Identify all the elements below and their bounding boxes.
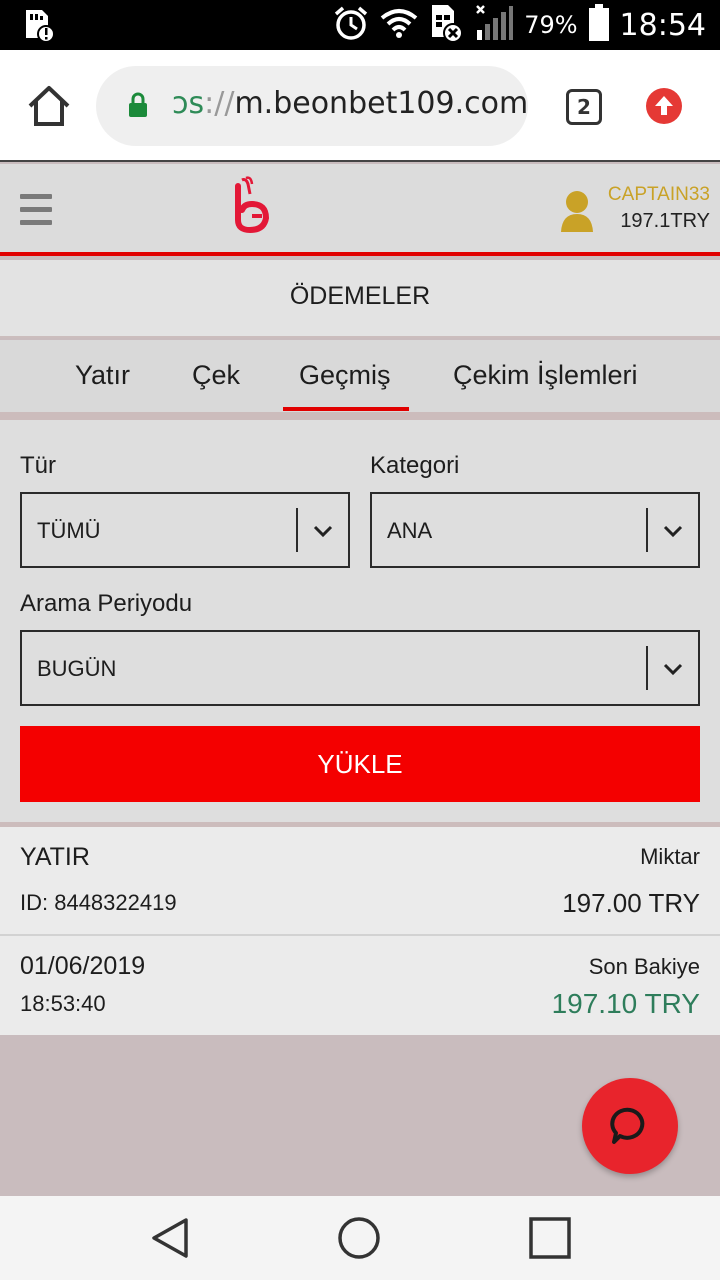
status-icons: 79% 18:54 [332,4,706,46]
transaction-type: YATIR [20,843,90,871]
hamburger-icon[interactable] [20,194,52,226]
url-scheme: ɔs [172,86,205,121]
active-tab-indicator [283,407,409,411]
url-host: m.beonbet109.com [234,86,528,121]
address-bar[interactable]: ɔs://m.beonbet109.com [96,66,528,146]
period-select[interactable]: BUGÜN [20,630,700,706]
select-separator [646,508,648,552]
user-avatar-icon[interactable] [560,190,594,234]
signal-icon [474,4,514,46]
clock: 18:54 [619,7,706,43]
transaction-balance: 197.10 TRY [551,988,700,1019]
select-separator [646,646,648,690]
url-separator: :// [204,86,235,121]
username[interactable]: CAPTAIN33 [608,184,710,206]
site-header: CAPTAIN33 197.1TRY [0,164,720,256]
chevron-down-icon [662,658,684,680]
chat-button[interactable] [582,1078,678,1174]
system-nav-bar [0,1196,720,1280]
wifi-icon [380,8,418,42]
transaction-amount: 197.00 TRY [562,888,700,918]
sim-off-icon [428,3,464,47]
load-button[interactable]: YÜKLE [20,726,700,802]
section-header: ÖDEMELER [0,260,720,338]
recents-icon[interactable] [528,1216,572,1260]
update-icon[interactable] [646,88,682,124]
category-label: Kategori [370,452,460,479]
tab-deposit[interactable]: Yatır [75,360,130,391]
chevron-down-icon [312,520,334,542]
period-select-value: BUGÜN [37,656,117,681]
type-select-value: TÜMÜ [37,518,101,543]
battery-percent: 79% [524,11,578,39]
chat-icon [610,1107,645,1144]
transaction-date: 01/06/2019 [20,952,146,980]
user-balance: 197.1TRY [620,210,710,232]
amount-label: Miktar [640,844,700,869]
url-text: ɔs://m.beonbet109.com [172,86,528,121]
period-label: Arama Periyodu [20,590,193,617]
divider [0,934,720,936]
tab-withdraw[interactable]: Çek [192,360,240,391]
alarm-icon [332,4,370,46]
type-select[interactable]: TÜMÜ [20,492,350,568]
status-bar: 79% 18:54 [0,0,720,50]
filter-panel: Tür TÜMÜ Kategori ANA Arama Periyodu BUG… [0,420,720,822]
chevron-down-icon [662,520,684,542]
battery-icon [588,4,610,46]
payment-tabs: Yatır Çek Geçmiş Çekim İşlemleri [0,340,720,414]
select-separator [296,508,298,552]
type-label: Tür [20,452,56,479]
sd-card-warning-icon [20,8,56,46]
lock-icon [128,92,148,122]
tab-history[interactable]: Geçmiş [299,360,391,391]
category-select-value: ANA [387,518,433,543]
balance-label: Son Bakiye [588,954,700,979]
tabs-button[interactable]: 2 [566,89,602,125]
browser-toolbar: ɔs://m.beonbet109.com 2 [0,50,720,162]
home-icon[interactable] [26,84,72,128]
tab-withdrawal-operations[interactable]: Çekim İşlemleri [453,360,638,391]
transaction-time: 18:53:40 [20,991,106,1016]
transaction-id: ID: 8448322419 [20,890,177,915]
back-icon[interactable] [148,1216,192,1260]
divider [0,412,720,420]
home-circle-icon[interactable] [337,1216,381,1260]
category-select[interactable]: ANA [370,492,700,568]
logo-icon[interactable] [232,176,276,234]
transaction-card: YATIR Miktar ID: 8448322419 197.00 TRY 0… [0,827,720,1035]
page-title: ÖDEMELER [289,282,431,310]
